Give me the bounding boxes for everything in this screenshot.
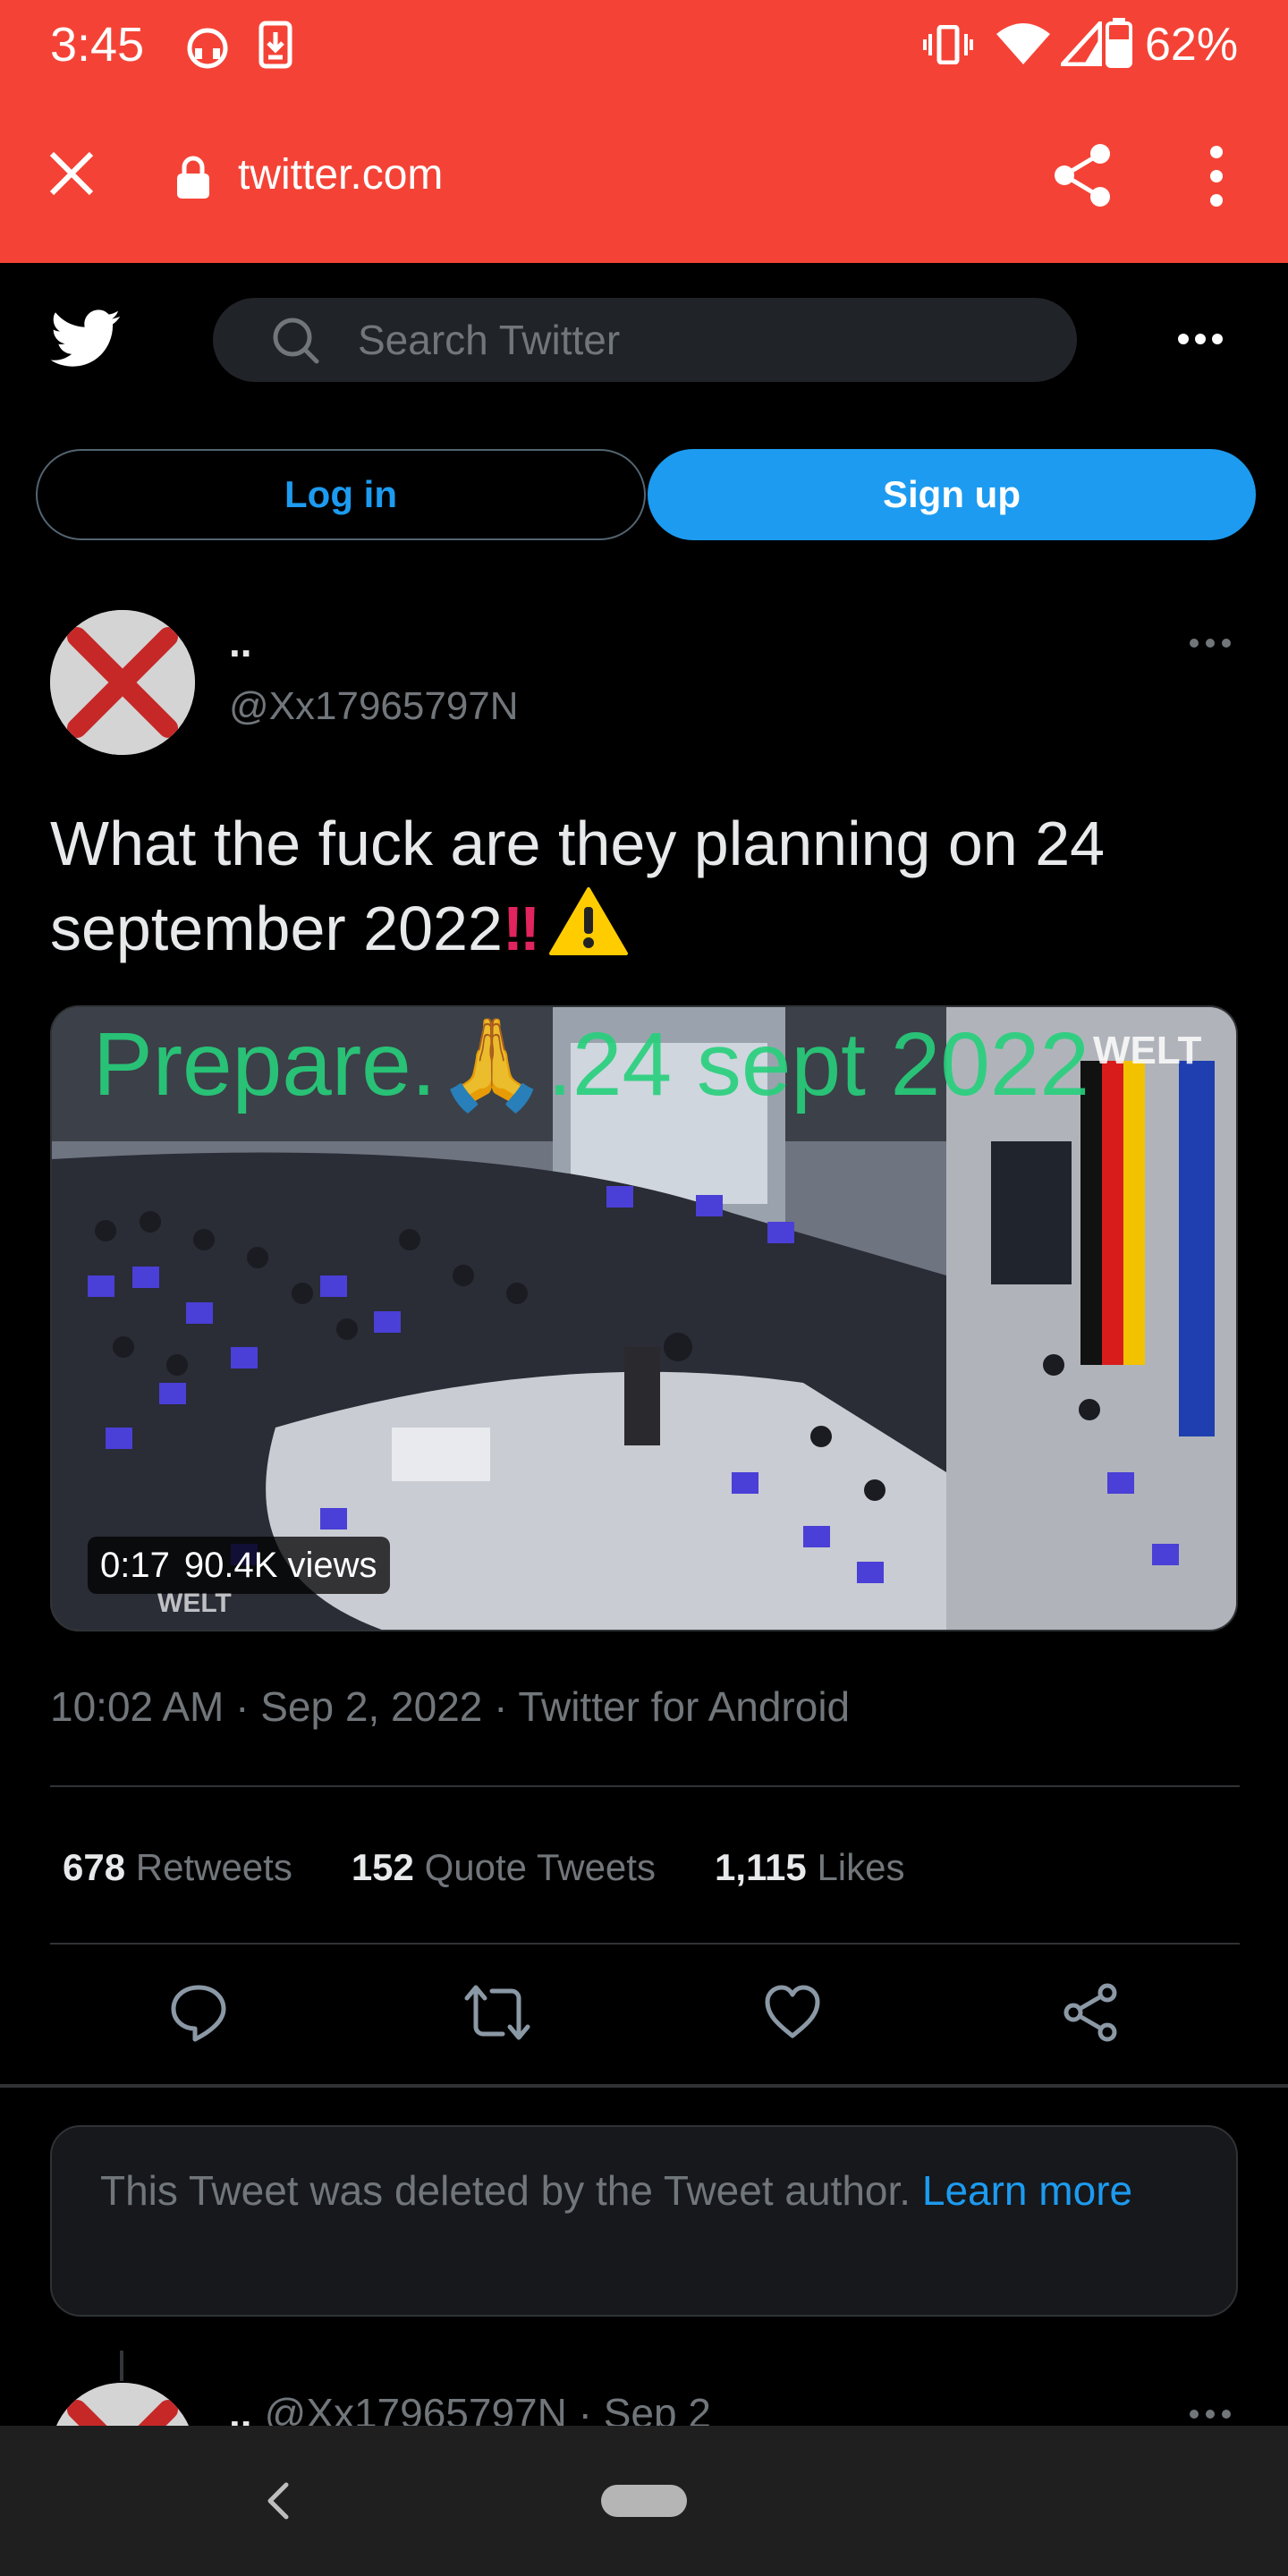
tweet-text: What the fuck are they planning on 24 se… <box>50 801 1249 970</box>
quotes-count: 152 <box>351 1846 414 1888</box>
vibrate-icon <box>923 25 973 64</box>
wifi-icon <box>995 23 1052 66</box>
tweet-time[interactable]: 10:02 AM <box>50 1683 224 1730</box>
back-icon[interactable] <box>265 2481 292 2521</box>
close-icon[interactable] <box>48 150 95 197</box>
video-overlay-text: Prepare.🙏.24 sept 2022 <box>93 1014 1090 1114</box>
quotes-stat[interactable]: 152 Quote Tweets <box>352 1841 656 1894</box>
likes-stat[interactable]: 1,115 Likes <box>715 1841 905 1894</box>
tweet-date[interactable]: Sep 2, 2022 <box>260 1683 482 1730</box>
quotes-label: Quote Tweets <box>424 1846 656 1888</box>
lock-icon <box>175 156 211 199</box>
more-horizontal-icon[interactable] <box>1188 637 1233 649</box>
divider <box>50 1943 1240 1945</box>
author-handle[interactable]: @Xx17965797N <box>229 682 519 732</box>
share-icon[interactable] <box>1052 141 1113 209</box>
separator: · <box>235 1683 261 1730</box>
separator: · <box>494 1683 519 1730</box>
likes-count: 1,115 <box>714 1846 807 1888</box>
retweets-stat[interactable]: 678 Retweets <box>63 1841 292 1894</box>
likes-label: Likes <box>817 1846 905 1888</box>
like-icon[interactable] <box>764 1982 821 2043</box>
author-name[interactable]: .. <box>229 617 252 667</box>
twitter-bird-icon[interactable] <box>50 309 122 369</box>
status-time: 3:45 <box>50 18 145 72</box>
video-badge: 0:17 90.4K views <box>88 1537 390 1594</box>
double-exclamation-emoji: ‼ <box>502 894 540 963</box>
divider <box>0 2084 1288 2088</box>
search-icon <box>272 317 320 365</box>
reply-icon[interactable] <box>170 1982 227 2043</box>
retweets-label: Retweets <box>135 1846 292 1888</box>
avatar[interactable] <box>50 610 195 755</box>
deleted-tweet-text: This Tweet was deleted by the Tweet auth… <box>100 2167 911 2214</box>
login-button[interactable]: Log in <box>36 449 646 540</box>
thread-line <box>120 2351 123 2381</box>
learn-more-link[interactable]: Learn more <box>922 2167 1132 2214</box>
url-bar[interactable]: twitter.com <box>238 148 443 202</box>
video-watermark: WELT <box>1093 1029 1202 1072</box>
signup-button[interactable]: Sign up <box>648 449 1256 540</box>
tweet-meta: 10:02 AM · Sep 2, 2022 · Twitter for And… <box>50 1680 850 1733</box>
overflow-menu-icon[interactable] <box>1199 143 1234 209</box>
retweets-count: 678 <box>63 1846 126 1888</box>
more-horizontal-icon[interactable] <box>1177 333 1224 345</box>
more-horizontal-icon[interactable] <box>1188 2408 1233 2420</box>
search-input[interactable] <box>358 298 1038 382</box>
battery-percentage: 62% <box>1145 19 1239 71</box>
share-icon[interactable] <box>1063 1982 1120 2043</box>
deleted-tweet-notice: This Tweet was deleted by the Tweet auth… <box>50 2125 1238 2317</box>
video-duration: 0:17 <box>100 1546 170 1585</box>
retweet-icon[interactable] <box>463 1982 531 2043</box>
download-notification-icon <box>258 20 293 70</box>
tweet-stats: 678 Retweets 152 Quote Tweets 1,115 Like… <box>63 1841 964 1894</box>
cell-signal-icon <box>1061 21 1102 66</box>
video-views: 90.4K views <box>183 1546 377 1585</box>
video-watermark-bottom: WELT <box>157 1589 232 1618</box>
divider <box>50 1785 1240 1787</box>
home-pill[interactable] <box>601 2485 687 2517</box>
battery-icon <box>1106 18 1132 68</box>
tweet-source[interactable]: Twitter for Android <box>518 1683 850 1730</box>
headset-notification-icon <box>182 21 233 72</box>
warning-icon <box>547 886 630 957</box>
